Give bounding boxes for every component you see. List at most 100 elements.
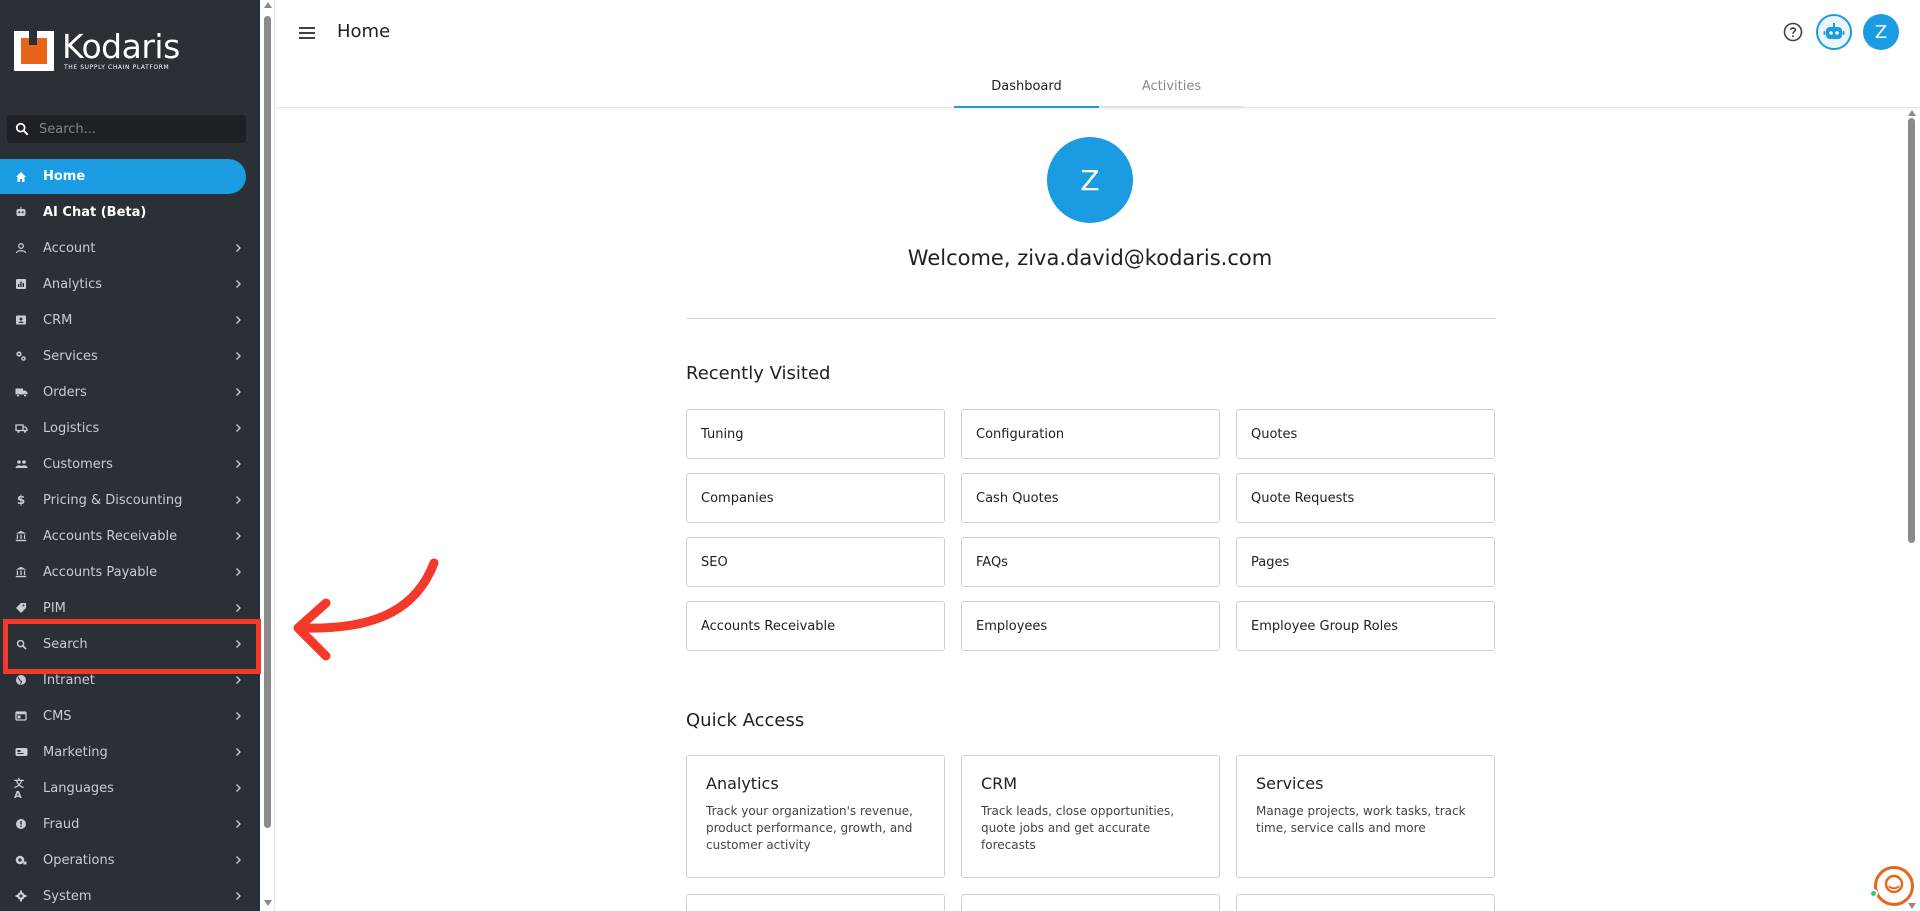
divider <box>686 318 1496 319</box>
recent-link-configuration[interactable]: Configuration <box>961 409 1220 459</box>
user-avatar[interactable]: Z <box>1863 14 1899 50</box>
recent-link-cash-quotes[interactable]: Cash Quotes <box>961 473 1220 523</box>
sidebar-item-label: AI Chat (Beta) <box>43 204 147 220</box>
recently-visited-grid: Tuning Configuration Quotes Companies Ca… <box>686 409 1496 651</box>
quick-access-grid: Analytics Track your organization's reve… <box>686 755 1496 911</box>
hamburger-menu-icon[interactable] <box>298 24 316 42</box>
recent-link-quote-requests[interactable]: Quote Requests <box>1236 473 1495 523</box>
chevron-right-icon <box>236 568 241 576</box>
sidebar: Kodaris THE SUPPLY CHAIN PLATFORM Home A… <box>0 0 260 911</box>
quick-access-card-title: CRM <box>981 774 1018 793</box>
brand-tagline: THE SUPPLY CHAIN PLATFORM <box>64 64 170 71</box>
sidebar-item-crm[interactable]: CRM <box>0 302 260 338</box>
chevron-right-icon <box>236 604 241 612</box>
sidebar-item-cms[interactable]: CMS <box>0 698 260 734</box>
scroll-down-arrow[interactable] <box>264 900 272 906</box>
sidebar-item-services[interactable]: Services <box>0 338 260 374</box>
sidebar-item-system[interactable]: System <box>0 878 260 911</box>
sidebar-item-label: CRM <box>43 312 73 328</box>
sidebar-item-label: Accounts Receivable <box>43 528 178 544</box>
recent-link-pages[interactable]: Pages <box>1236 537 1495 587</box>
scrollbar-thumb[interactable] <box>1908 118 1915 543</box>
sidebar-item-label: System <box>43 888 92 904</box>
logistics-icon <box>14 421 28 435</box>
chevron-right-icon <box>236 424 241 432</box>
quick-access-card-desc: Manage projects, work tasks, track time,… <box>1256 804 1466 835</box>
sidebar-search-input[interactable] <box>39 121 239 137</box>
quick-access-card-title: Services <box>1256 774 1324 793</box>
recent-link-accounts-receivable[interactable]: Accounts Receivable <box>686 601 945 651</box>
home-icon <box>14 170 28 184</box>
sidebar-scrollbar[interactable] <box>261 0 275 911</box>
ai-assistant-button[interactable] <box>1816 14 1852 50</box>
recent-link-employees[interactable]: Employees <box>961 601 1220 651</box>
sidebar-item-label: Orders <box>43 384 87 400</box>
sidebar-item-label: Customers <box>43 456 113 472</box>
recent-link-tuning[interactable]: Tuning <box>686 409 945 459</box>
tag-icon <box>14 601 28 615</box>
sidebar-item-ai-chat[interactable]: AI Chat (Beta) <box>0 194 260 230</box>
recent-link-faqs[interactable]: FAQs <box>961 537 1220 587</box>
tab-dashboard[interactable]: Dashboard <box>954 66 1099 108</box>
sidebar-item-label: Languages <box>43 780 114 796</box>
tab-activities[interactable]: Activities <box>1099 66 1244 108</box>
main-scrollbar[interactable] <box>1904 108 1920 911</box>
chevron-right-icon <box>236 532 241 540</box>
sidebar-item-analytics[interactable]: Analytics <box>0 266 260 302</box>
sidebar-item-label: Marketing <box>43 744 108 760</box>
quick-access-title: Quick Access <box>686 710 805 731</box>
page-title: Home <box>337 21 391 42</box>
sidebar-search[interactable] <box>7 115 246 143</box>
quick-access-card-crm[interactable]: CRM Track leads, close opportunities, qu… <box>961 755 1220 878</box>
chevron-right-icon <box>236 496 241 504</box>
chevron-right-icon <box>236 676 241 684</box>
sidebar-item-label: PIM <box>43 600 66 616</box>
recent-link-seo[interactable]: SEO <box>686 537 945 587</box>
quick-access-card[interactable] <box>961 894 1220 911</box>
search-icon <box>15 122 29 136</box>
support-chat-button[interactable] <box>1869 866 1914 906</box>
sidebar-item-home[interactable]: Home <box>0 159 246 194</box>
robot-icon <box>1823 23 1845 39</box>
page-tabs: Dashboard Activities <box>954 66 1244 108</box>
sidebar-item-languages[interactable]: 文A Languages <box>0 770 260 806</box>
recent-link-quotes[interactable]: Quotes <box>1236 409 1495 459</box>
sidebar-item-fraud[interactable]: Fraud <box>0 806 260 842</box>
truck-icon <box>14 385 28 399</box>
sidebar-item-accounts-payable[interactable]: Accounts Payable <box>0 554 260 590</box>
quick-access-card[interactable] <box>1236 894 1495 911</box>
recent-link-employee-group-roles[interactable]: Employee Group Roles <box>1236 601 1495 651</box>
kodaris-logo[interactable]: Kodaris THE SUPPLY CHAIN PLATFORM <box>14 30 180 71</box>
chevron-right-icon <box>236 352 241 360</box>
scroll-down-arrow[interactable] <box>1908 903 1916 909</box>
quick-access-card-services[interactable]: Services Manage projects, work tasks, tr… <box>1236 755 1495 878</box>
quick-access-card-title: Analytics <box>706 774 779 793</box>
person-icon <box>14 241 28 255</box>
sidebar-item-customers[interactable]: Customers <box>0 446 260 482</box>
bank-icon <box>14 529 28 543</box>
chat-icon <box>1884 874 1904 894</box>
gear-icon <box>14 889 28 903</box>
quick-access-card-analytics[interactable]: Analytics Track your organization's reve… <box>686 755 945 878</box>
analytics-icon <box>14 277 28 291</box>
scroll-up-arrow[interactable] <box>1908 110 1916 116</box>
sidebar-item-orders[interactable]: Orders <box>0 374 260 410</box>
sidebar-item-label: Services <box>43 348 98 364</box>
quick-access-card-desc: Track your organization's revenue, produ… <box>706 804 913 852</box>
scroll-up-arrow[interactable] <box>264 2 272 8</box>
scrollbar-thumb[interactable] <box>264 16 271 828</box>
sidebar-item-account[interactable]: Account <box>0 230 260 266</box>
sidebar-item-logistics[interactable]: Logistics <box>0 410 260 446</box>
help-icon[interactable] <box>1783 22 1803 42</box>
quick-access-card[interactable] <box>686 894 945 911</box>
sidebar-item-pricing[interactable]: $ Pricing & Discounting <box>0 482 260 518</box>
recent-link-companies[interactable]: Companies <box>686 473 945 523</box>
sidebar-item-marketing[interactable]: Marketing <box>0 734 260 770</box>
sidebar-item-label: CMS <box>43 708 72 724</box>
annotation-highlight-box <box>3 619 261 674</box>
sidebar-nav: Home AI Chat (Beta) Account Analytics CR… <box>0 159 260 911</box>
sidebar-item-accounts-receivable[interactable]: Accounts Receivable <box>0 518 260 554</box>
sidebar-item-label: Account <box>43 240 96 256</box>
chevron-right-icon <box>236 856 241 864</box>
sidebar-item-operations[interactable]: Operations <box>0 842 260 878</box>
